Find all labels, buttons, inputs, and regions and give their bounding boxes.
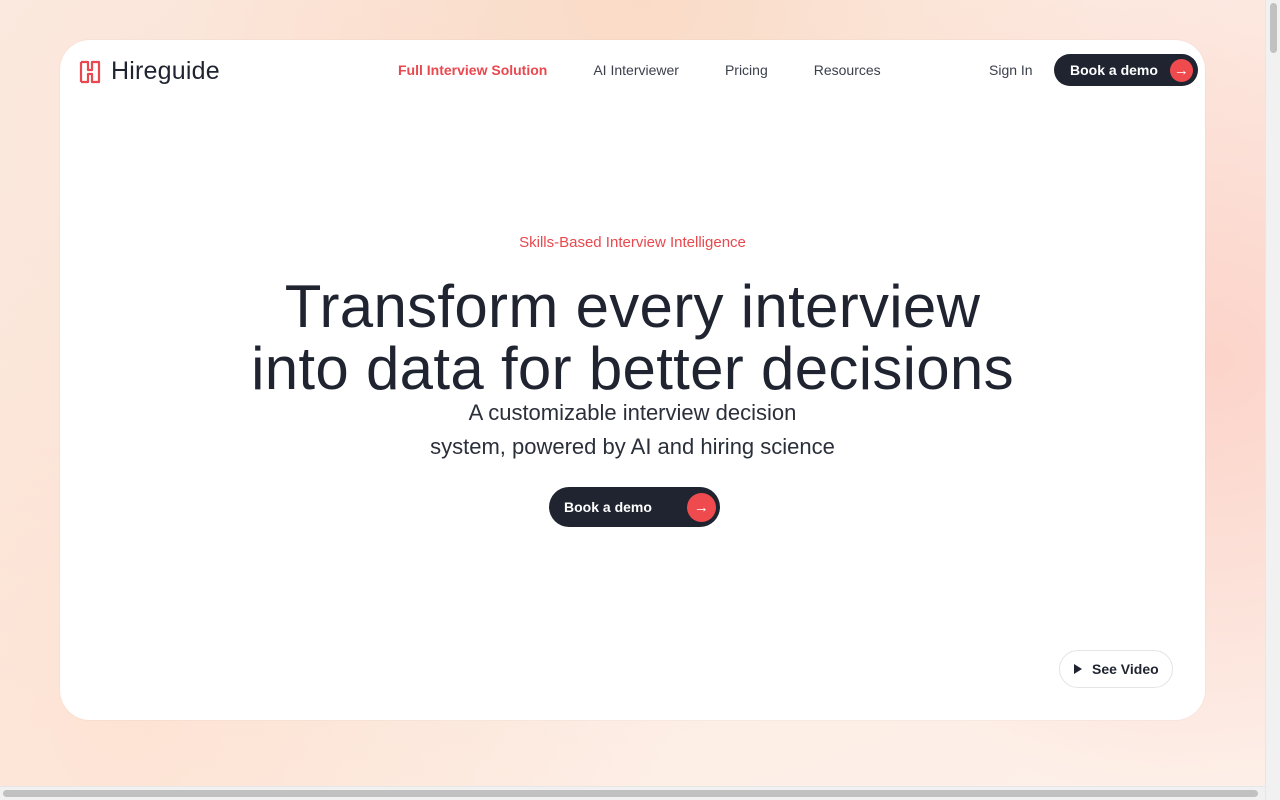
horizontal-scrollbar-thumb[interactable] — [3, 790, 1258, 797]
nav-item-ai-interviewer[interactable]: AI Interviewer — [593, 62, 679, 78]
nav-item-pricing[interactable]: Pricing — [725, 62, 768, 78]
hero-book-demo-label: Book a demo — [564, 499, 652, 515]
nav-item-full-interview-solution[interactable]: Full Interview Solution — [398, 62, 547, 78]
sign-in-link[interactable]: Sign In — [989, 62, 1033, 78]
vertical-scrollbar[interactable] — [1265, 0, 1280, 800]
nav-item-resources[interactable]: Resources — [814, 62, 881, 78]
hireguide-logo-icon — [79, 60, 101, 83]
hero-headline-line2: into data for better decisions — [251, 335, 1014, 402]
horizontal-scrollbar[interactable] — [0, 786, 1265, 800]
see-video-label: See Video — [1092, 661, 1159, 677]
logo[interactable]: Hireguide — [79, 57, 220, 86]
arrow-right-icon: → — [1169, 58, 1193, 82]
hero-subheadline: A customizable interview decision system… — [60, 396, 1205, 464]
hero-book-demo-button[interactable]: Book a demo → — [549, 487, 720, 527]
vertical-scrollbar-thumb[interactable] — [1270, 3, 1277, 53]
play-icon — [1074, 664, 1082, 674]
arrow-right-icon: → — [686, 492, 716, 522]
hero-headline: Transform every interview into data for … — [60, 276, 1205, 400]
brand-name: Hireguide — [111, 57, 220, 85]
header-book-demo-button[interactable]: Book a demo → — [1054, 54, 1198, 86]
main-nav: Full Interview Solution AI Interviewer P… — [398, 62, 881, 78]
hero-headline-line1: Transform every interview — [284, 273, 981, 340]
hero-subheadline-line1: A customizable interview decision — [468, 400, 797, 425]
see-video-button[interactable]: See Video — [1059, 650, 1173, 688]
hero-eyebrow: Skills-Based Interview Intelligence — [519, 234, 746, 251]
hero-card: Hireguide Full Interview Solution AI Int… — [60, 40, 1205, 720]
header-book-demo-label: Book a demo — [1070, 62, 1158, 78]
hero-subheadline-line2: system, powered by AI and hiring science — [430, 434, 835, 459]
